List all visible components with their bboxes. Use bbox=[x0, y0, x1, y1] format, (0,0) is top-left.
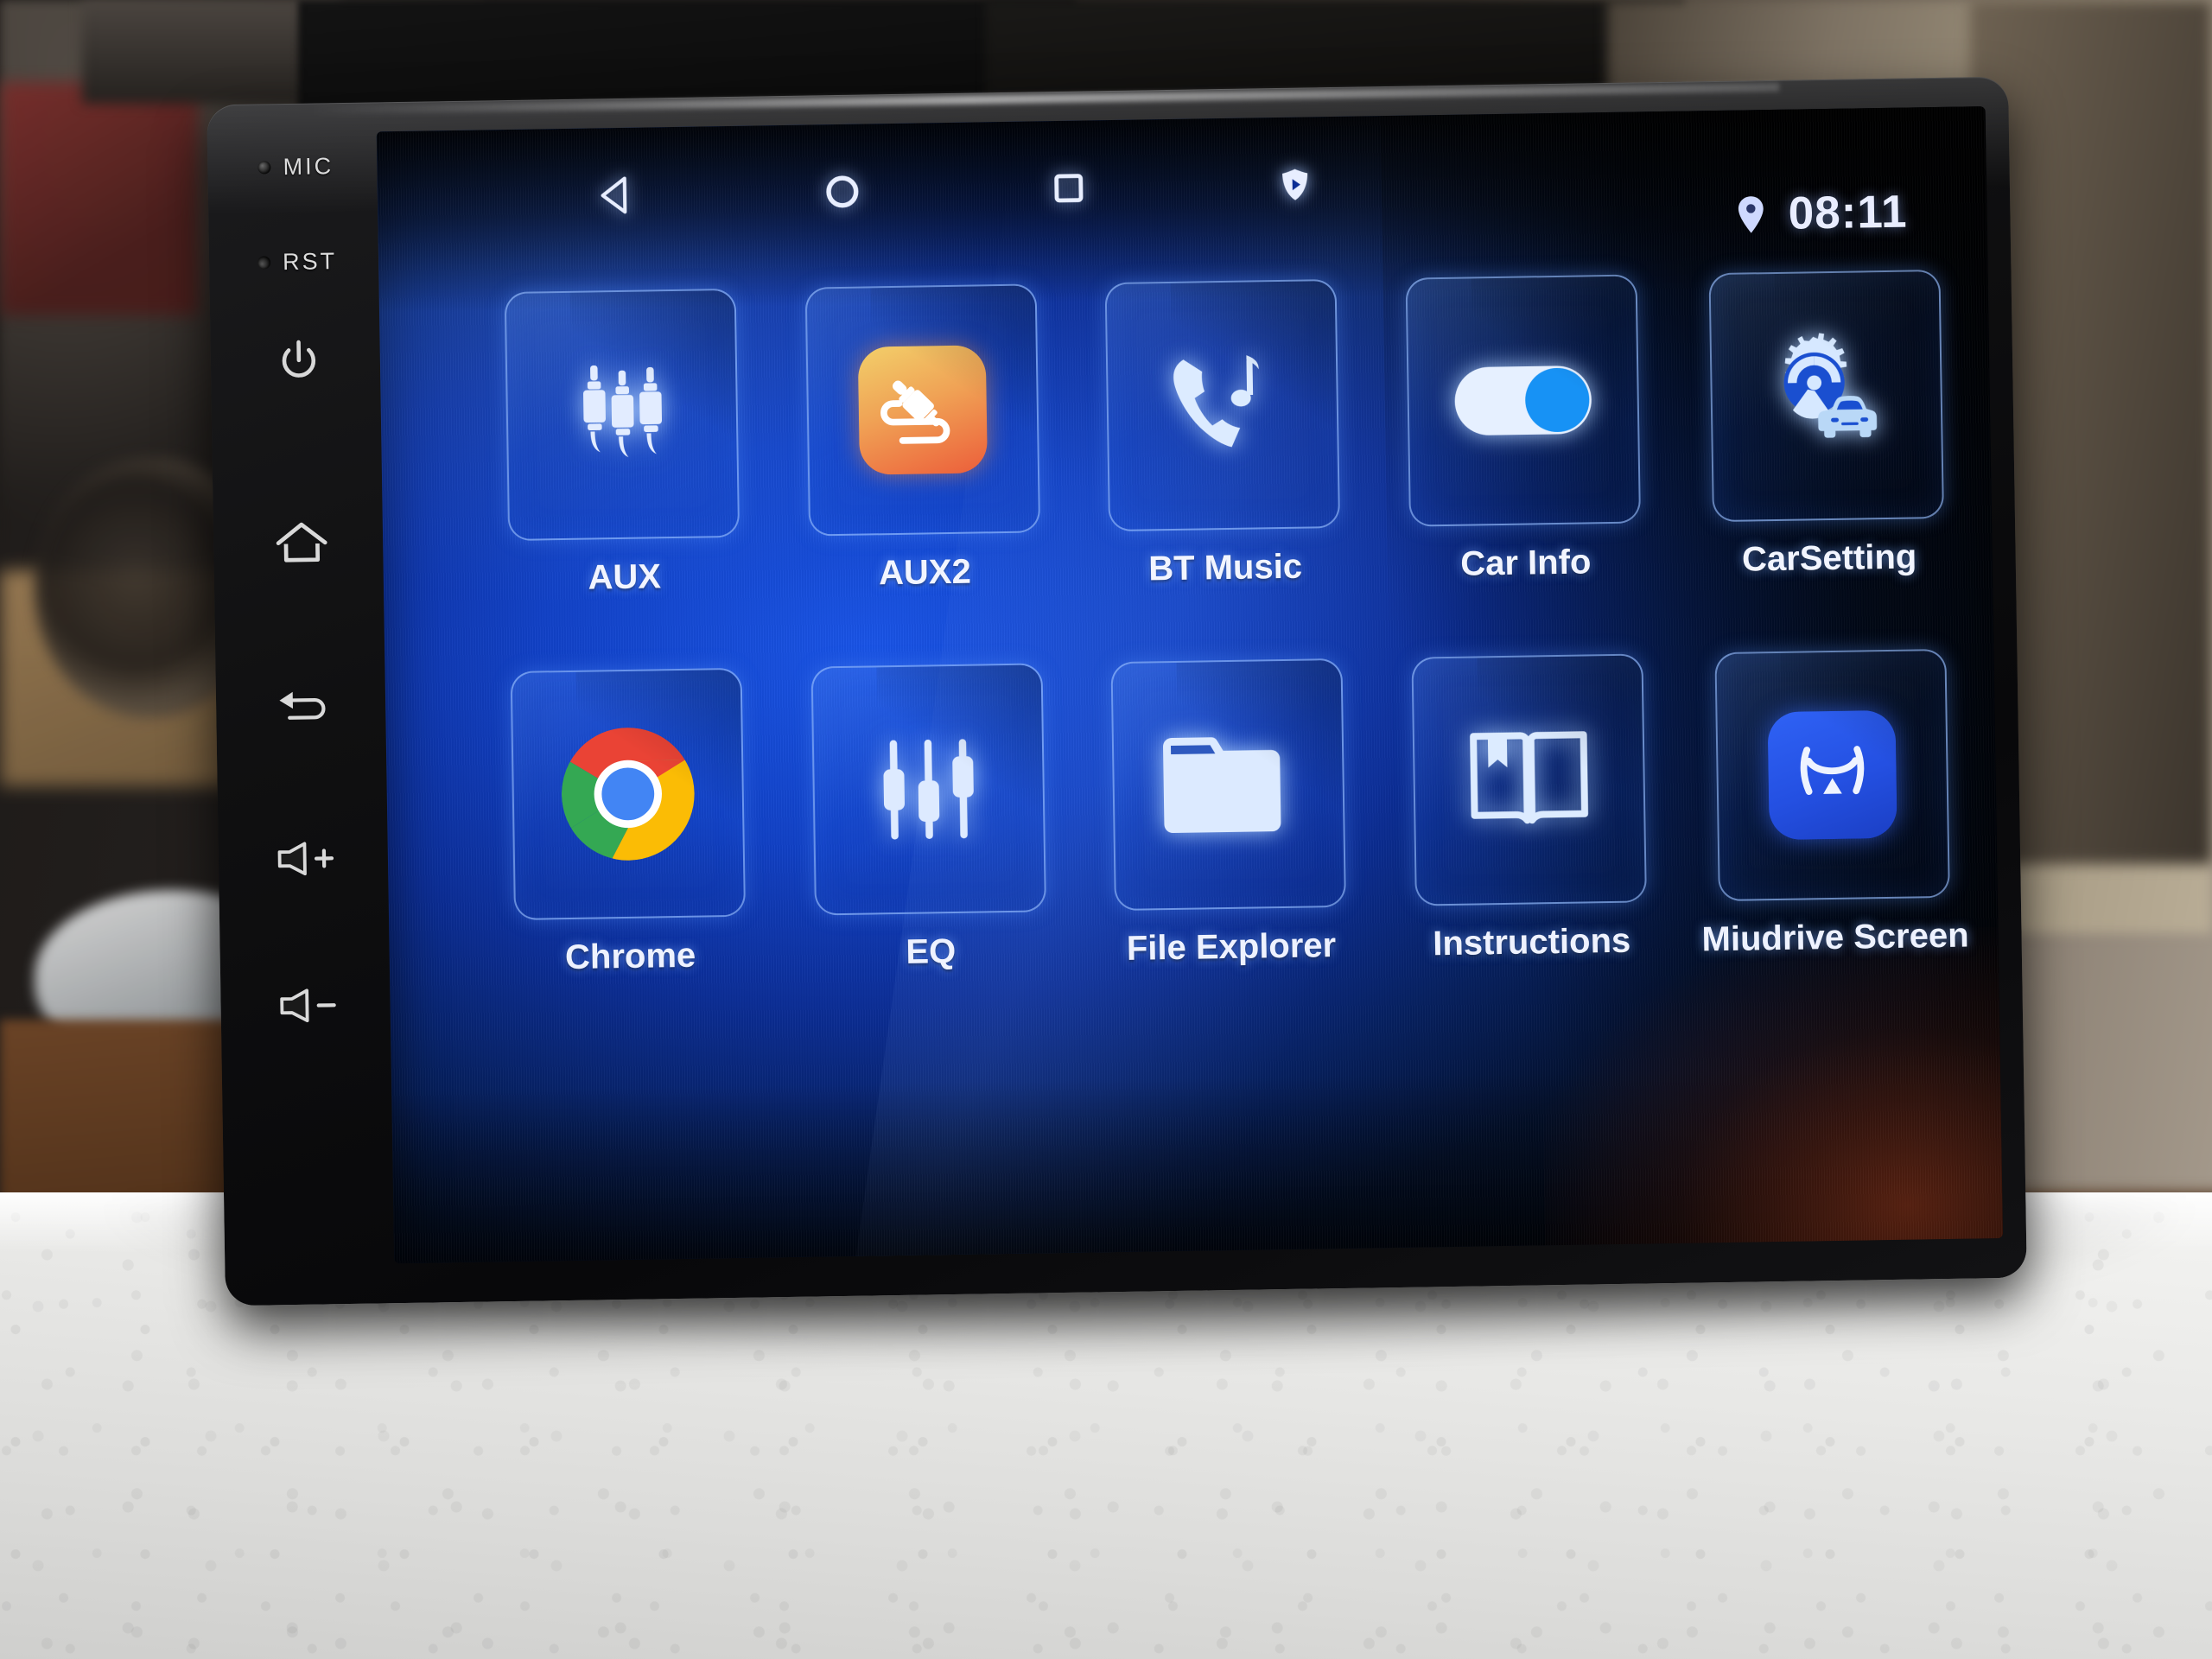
triangle-left-icon bbox=[601, 176, 627, 214]
app-aux[interactable]: AUX bbox=[490, 288, 755, 600]
app-tile[interactable] bbox=[1104, 278, 1341, 532]
folder-icon bbox=[1163, 737, 1281, 833]
miudrive-logo-icon bbox=[1801, 746, 1865, 795]
hardware-button-volume-up[interactable] bbox=[232, 836, 382, 880]
app-label: AUX bbox=[588, 557, 662, 597]
hardware-button-reset[interactable]: RST bbox=[223, 247, 372, 276]
location-pin-icon bbox=[1738, 195, 1764, 233]
app-label: Chrome bbox=[564, 936, 696, 977]
app-tile[interactable] bbox=[1411, 653, 1648, 906]
app-tile[interactable] bbox=[810, 663, 1046, 916]
open-book-bookmark-icon bbox=[1470, 731, 1589, 824]
reset-pinhole-icon bbox=[257, 256, 271, 270]
app-label: EQ bbox=[906, 931, 957, 971]
status-bar: 08:11 bbox=[1734, 186, 1908, 241]
aux2-badge bbox=[857, 345, 988, 475]
equalizer-sliders-icon bbox=[883, 739, 974, 840]
hardware-button-column: MIC RST bbox=[220, 111, 387, 1298]
mic-label: MIC bbox=[283, 153, 334, 181]
rst-label: RST bbox=[282, 248, 338, 276]
app-miudrive-screen[interactable]: Miudrive Screen bbox=[1697, 648, 1969, 960]
app-label: Car Info bbox=[1459, 543, 1592, 583]
app-tile[interactable] bbox=[804, 283, 1040, 537]
square-icon bbox=[1054, 174, 1084, 203]
app-car-info[interactable]: Car Info bbox=[1391, 274, 1656, 585]
app-label: Instructions bbox=[1432, 921, 1631, 963]
app-tile[interactable] bbox=[1405, 274, 1642, 527]
screen-warm-reflection bbox=[1540, 926, 2004, 1264]
hardware-button-back[interactable] bbox=[230, 681, 379, 725]
hardware-button-mic[interactable]: MIC bbox=[221, 153, 370, 182]
nav-volume-button[interactable] bbox=[1263, 153, 1326, 216]
hardware-button-volume-down[interactable] bbox=[234, 983, 384, 1027]
touchscreen[interactable]: 08:11 AUX AUX2 BT Music Car Info CarSett… bbox=[376, 106, 2004, 1264]
app-tile[interactable] bbox=[504, 288, 741, 542]
nav-back-button[interactable] bbox=[584, 163, 647, 226]
back-arrow-icon bbox=[279, 691, 326, 720]
app-instructions[interactable]: Instructions bbox=[1397, 653, 1662, 964]
audio-jack-triple-icon bbox=[582, 365, 662, 458]
background-red-box bbox=[0, 82, 199, 315]
hardware-button-home[interactable] bbox=[227, 517, 377, 568]
nav-recents-button[interactable] bbox=[1037, 156, 1100, 219]
power-icon bbox=[282, 340, 316, 378]
volume-up-icon bbox=[277, 842, 334, 876]
app-tile[interactable] bbox=[1708, 269, 1945, 523]
microphone-hole-icon bbox=[257, 161, 271, 175]
app-label: BT Music bbox=[1147, 547, 1303, 588]
app-chrome[interactable]: Chrome bbox=[496, 667, 761, 979]
circle-icon bbox=[826, 175, 859, 208]
app-label: AUX2 bbox=[878, 552, 972, 593]
volume-down-icon bbox=[280, 988, 336, 1023]
nav-home-button[interactable] bbox=[810, 160, 874, 223]
app-label: Miudrive Screen bbox=[1701, 916, 1969, 959]
hardware-button-power[interactable] bbox=[224, 335, 373, 388]
app-file-explorer[interactable]: File Explorer bbox=[1096, 658, 1362, 969]
gear-car-icon bbox=[1784, 333, 1878, 438]
app-tile[interactable] bbox=[510, 667, 746, 920]
app-aux2[interactable]: AUX2 bbox=[790, 283, 1055, 594]
app-car-setting[interactable]: CarSetting bbox=[1691, 269, 1963, 581]
app-tile[interactable] bbox=[1110, 658, 1347, 912]
phone-music-note-icon bbox=[1173, 355, 1260, 448]
app-bt-music[interactable]: BT Music bbox=[1090, 278, 1356, 590]
app-tile[interactable] bbox=[1714, 648, 1951, 902]
audio-cable-jack-icon bbox=[880, 380, 950, 444]
app-label: CarSetting bbox=[1741, 537, 1917, 579]
volume-shield-icon bbox=[1282, 168, 1308, 200]
car-head-unit: MIC RST 08:11 AUX AUX2 BT Music Car Info… bbox=[207, 76, 2027, 1306]
screen-vignette-bottom bbox=[391, 1065, 2004, 1264]
miudrive-badge bbox=[1767, 709, 1898, 841]
home-icon bbox=[276, 522, 327, 563]
toggle-switch-on-icon bbox=[1454, 365, 1592, 435]
app-eq[interactable]: EQ bbox=[796, 663, 1061, 974]
chrome-logo-icon bbox=[561, 728, 696, 861]
app-grid: AUX AUX2 BT Music Car Info CarSetting Ch… bbox=[490, 269, 1969, 979]
clock-label: 08:11 bbox=[1788, 186, 1908, 239]
app-label: File Explorer bbox=[1126, 926, 1337, 968]
